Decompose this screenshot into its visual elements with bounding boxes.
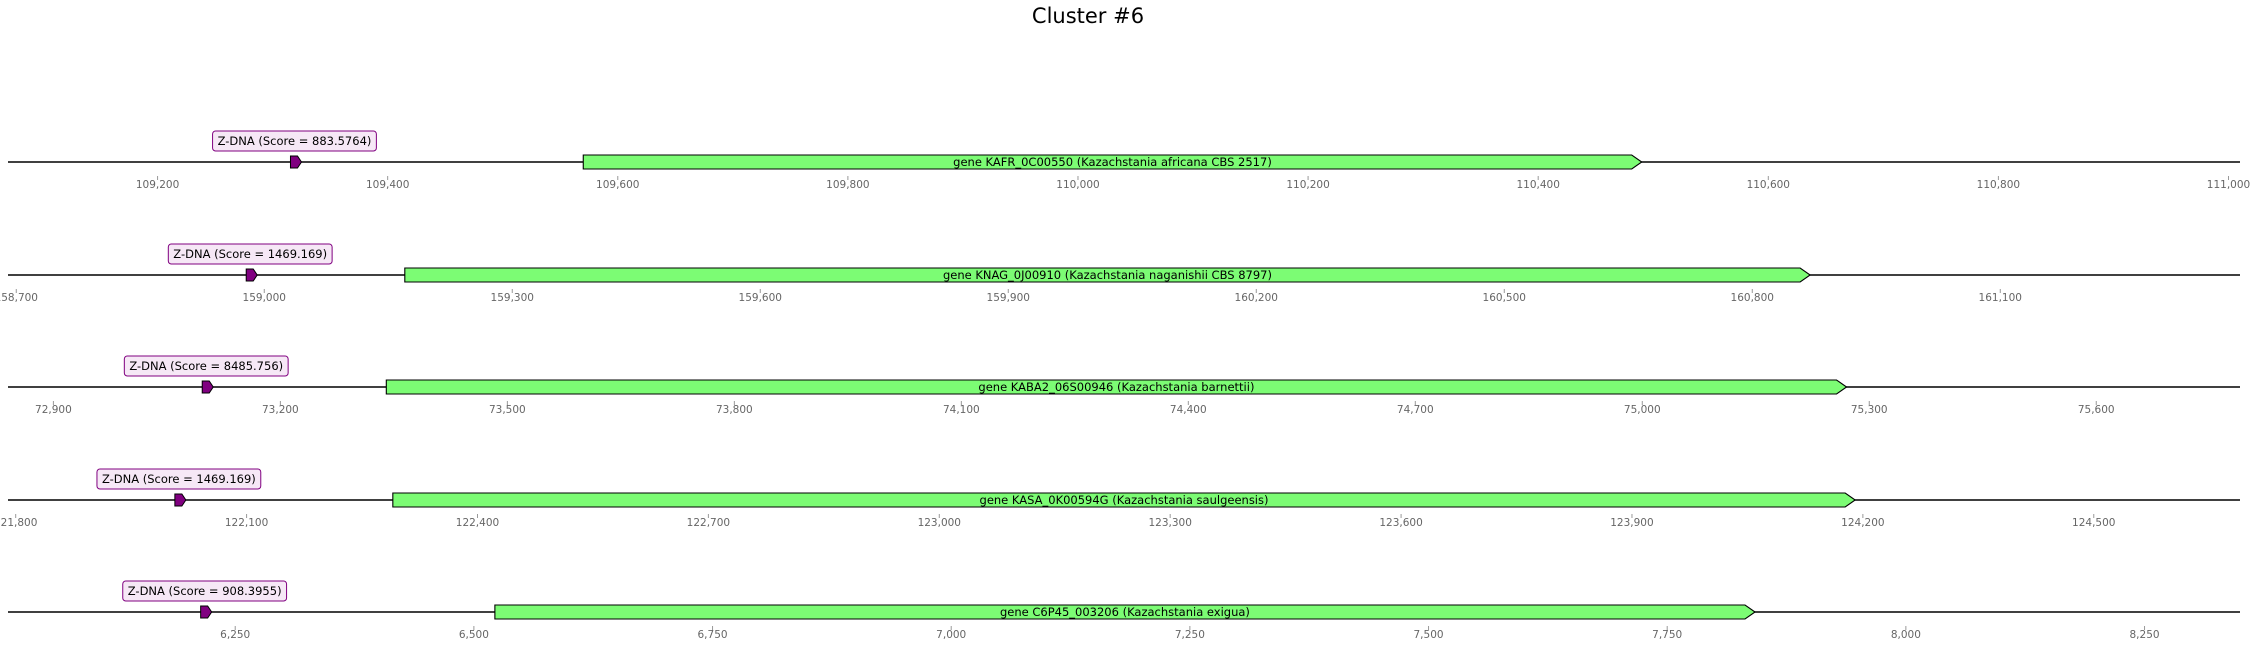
cluster-figure: Cluster #6 109,200 109,400 109,600 109,800 1… <box>0 4 2250 641</box>
figure-title: Cluster #6 <box>1032 4 1144 28</box>
gene-label: gene C6P45_003206 (Kazachstania exigua) <box>1000 605 1250 619</box>
tick-label: 110,200 <box>1286 179 1329 191</box>
zdna-marker <box>289 155 303 169</box>
tick-label: 6,750 <box>698 629 728 641</box>
gene-label: gene KNAG_0J00910 (Kazachstania naganish… <box>943 268 1272 282</box>
tick-label: 124,200 <box>1841 517 1884 529</box>
tick-label: 6,500 <box>459 629 489 641</box>
tick-label: 109,400 <box>366 179 409 191</box>
tick-label: 74,700 <box>1397 404 1434 416</box>
zdna-marker <box>245 268 258 282</box>
tick-label: 110,000 <box>1056 179 1099 191</box>
gene-label: gene KABA2_06S00946 (Kazachstania barnet… <box>978 380 1254 394</box>
tick-label: 123,900 <box>1610 517 1653 529</box>
zdna-label: Z-DNA (Score = 1469.169) <box>173 247 327 261</box>
tick-label: 75,300 <box>1851 404 1888 416</box>
tick-label: 160,800 <box>1731 292 1774 304</box>
zdna-label: Z-DNA (Score = 1469.169) <box>102 472 256 486</box>
tick-label: 122,100 <box>225 517 268 529</box>
tick-label: 109,600 <box>596 179 639 191</box>
tick-label: 109,800 <box>826 179 869 191</box>
tick-label: 7,000 <box>936 629 966 641</box>
gene-track: 158,700 159,000 159,300 159,600 159,900 160,2… <box>0 243 2240 304</box>
tick-label: 7,750 <box>1652 629 1682 641</box>
tick-label: 110,800 <box>1977 179 2020 191</box>
tick-label: 161,100 <box>1979 292 2022 304</box>
tick-label: 159,300 <box>491 292 534 304</box>
tick-label: 122,700 <box>687 517 730 529</box>
tick-label: 159,000 <box>243 292 286 304</box>
zdna-label: Z-DNA (Score = 883.5764) <box>218 134 372 148</box>
gene-track: 72,900 73,200 73,500 73,800 74,100 74,400 74,7… <box>8 355 2240 416</box>
gene-track: 6,250 6,500 6,750 7,000 7,250 7,500 7,750 8,000… <box>8 580 2240 641</box>
tick-label: 75,000 <box>1624 404 1661 416</box>
tick-label: 74,400 <box>1170 404 1207 416</box>
tick-label: 8,000 <box>1891 629 1921 641</box>
tick-label: 159,600 <box>739 292 782 304</box>
tick-label: 123,000 <box>918 517 961 529</box>
tick-label: 6,250 <box>220 629 250 641</box>
tick-label: 121,800 <box>0 517 37 529</box>
tick-label: 73,500 <box>489 404 526 416</box>
tick-label: 122,400 <box>456 517 499 529</box>
tick-label: 73,800 <box>716 404 753 416</box>
tick-label: 110,400 <box>1516 179 1559 191</box>
tick-label: 160,500 <box>1483 292 1526 304</box>
tick-label: 160,200 <box>1235 292 1278 304</box>
zdna-label: Z-DNA (Score = 908.3955) <box>128 584 282 598</box>
tick-label: 72,900 <box>35 404 72 416</box>
tick-label: 75,600 <box>2078 404 2115 416</box>
tick-label: 111,000 <box>2207 179 2250 191</box>
zdna-marker <box>174 493 187 507</box>
tick-label: 7,250 <box>1175 629 1205 641</box>
zdna-label: Z-DNA (Score = 8485.756) <box>129 359 283 373</box>
tick-label: 109,200 <box>136 179 179 191</box>
tick-label: 159,900 <box>987 292 1030 304</box>
gene-label: gene KAFR_0C00550 (Kazachstania africana… <box>953 155 1272 169</box>
gene-track: 109,200 109,400 109,600 109,800 110,000 110,2… <box>8 130 2250 191</box>
gene-label: gene KASA_0K00594G (Kazachstania saulgee… <box>980 493 1269 507</box>
tick-label: 123,300 <box>1148 517 1191 529</box>
tick-label: 110,600 <box>1747 179 1790 191</box>
tick-label: 7,500 <box>1414 629 1444 641</box>
tick-label: 8,250 <box>2130 629 2160 641</box>
gene-track: 121,800 122,100 122,400 122,700 123,000 123,3… <box>0 468 2240 529</box>
zdna-marker <box>201 380 214 394</box>
tick-label: 73,200 <box>262 404 299 416</box>
tracks-group: 109,200 109,400 109,600 109,800 110,000 110,2… <box>0 130 2250 641</box>
tick-label: 124,500 <box>2072 517 2115 529</box>
tick-label: 123,600 <box>1379 517 1422 529</box>
zdna-marker <box>200 605 213 619</box>
tick-label: 74,100 <box>943 404 980 416</box>
tick-label: 158,700 <box>0 292 38 304</box>
